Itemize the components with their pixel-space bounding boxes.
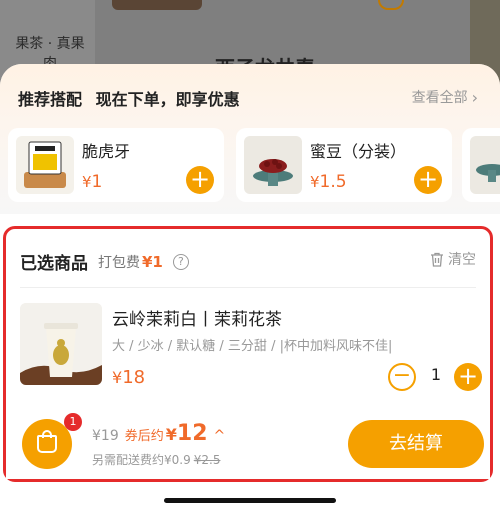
divider bbox=[20, 287, 476, 288]
trash-icon bbox=[431, 252, 443, 267]
coupon-label: 券后约 bbox=[124, 429, 164, 444]
quantity-value: 1 bbox=[430, 365, 442, 384]
cart-sheet: 推荐搭配 现在下单，即享优惠 查看全部 › 脆虎牙 ¥1 + 蜜豆（分装） ¥1… bbox=[0, 64, 500, 520]
cart-bag-icon bbox=[37, 435, 57, 453]
home-indicator bbox=[164, 498, 336, 503]
delivery-original-fee: ¥2.5 bbox=[193, 453, 221, 467]
selected-header: 已选商品 打包费 ¥1 ? bbox=[20, 249, 189, 274]
product-image bbox=[16, 136, 74, 194]
recommend-item-name: 蜜豆（分装） bbox=[310, 142, 407, 161]
cart-item-image bbox=[20, 303, 102, 385]
chevron-up-icon: ^ bbox=[213, 428, 226, 444]
view-all-label: 查看全部 bbox=[411, 90, 468, 106]
checkout-bar: 1 ¥19 券后约 ¥12 ^ 另需配送费约¥0.9 ¥2.5 去结算 bbox=[6, 409, 490, 479]
help-icon[interactable]: ? bbox=[172, 253, 189, 270]
price-summary[interactable]: ¥19 券后约 ¥12 ^ bbox=[92, 421, 225, 446]
recommend-subtitle: 现在下单，即享优惠 bbox=[95, 90, 240, 109]
pack-fee-price: ¥1 bbox=[142, 252, 163, 271]
view-all-link[interactable]: 查看全部 › bbox=[412, 87, 478, 107]
original-price: ¥19 bbox=[92, 428, 119, 444]
recommend-item-price: ¥1 bbox=[82, 172, 103, 192]
decrease-quantity-button[interactable]: − bbox=[388, 363, 416, 391]
final-price: ¥12 bbox=[165, 421, 208, 446]
background-product-thumb bbox=[112, 0, 202, 10]
product-image bbox=[244, 136, 302, 194]
add-icon[interactable]: + bbox=[414, 166, 442, 194]
add-icon[interactable]: + bbox=[186, 166, 214, 194]
clear-label: 清空 bbox=[448, 252, 476, 268]
selected-title: 已选商品 bbox=[20, 254, 88, 274]
pack-fee-label: 打包费 bbox=[98, 254, 140, 271]
cart-item-name: 云岭茉莉白丨茉莉花茶 bbox=[112, 310, 282, 330]
recommend-card-partial[interactable] bbox=[462, 128, 500, 202]
cart-count-badge: 1 bbox=[64, 413, 82, 431]
recommend-card[interactable]: 脆虎牙 ¥1 + bbox=[8, 128, 224, 202]
cart-item-spec: 大 / 少冰 / 默认糖 / 三分甜 / |杯中加料风味不佳| bbox=[112, 339, 393, 354]
checkout-button[interactable]: 去结算 bbox=[348, 420, 484, 468]
recommend-item-name: 脆虎牙 bbox=[82, 142, 131, 161]
selected-items-panel: 已选商品 打包费 ¥1 ? 清空 云岭茉莉白丨茉莉花茶 大 / 少冰 / 默认糖… bbox=[3, 226, 493, 482]
chevron-right-icon: › bbox=[471, 87, 478, 107]
recommend-title-main: 推荐搭配 bbox=[18, 90, 83, 109]
clear-button[interactable]: 清空 bbox=[430, 249, 476, 269]
recommend-card[interactable]: 蜜豆（分装） ¥1.5 + bbox=[236, 128, 452, 202]
recommend-section: 推荐搭配 现在下单，即享优惠 查看全部 › 脆虎牙 ¥1 + 蜜豆（分装） ¥1… bbox=[0, 64, 500, 214]
recommend-item-price: ¥1.5 bbox=[310, 172, 347, 192]
increase-quantity-button[interactable]: + bbox=[454, 363, 482, 391]
product-image bbox=[470, 136, 500, 194]
delivery-fee: 另需配送费约¥0.9 ¥2.5 bbox=[92, 453, 221, 467]
recommend-title: 推荐搭配 现在下单，即享优惠 bbox=[18, 86, 248, 110]
background-add-button bbox=[378, 0, 404, 10]
cart-item-price: ¥18 bbox=[112, 367, 146, 388]
